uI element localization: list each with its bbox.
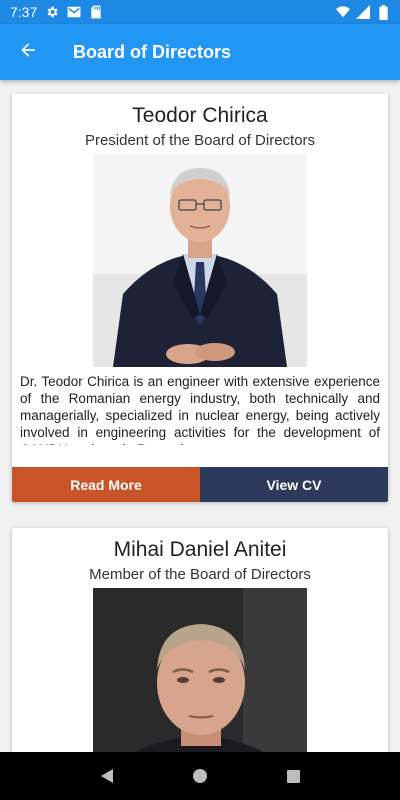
back-button[interactable] [0,24,56,80]
signal-icon [356,5,370,19]
card-actions: Read More View CV [12,467,388,502]
status-time: 7:37 [10,4,38,20]
arrow-back-icon [18,40,38,65]
status-right [336,4,390,20]
home-circle-icon[interactable] [188,764,212,788]
member-card: Teodor Chirica President of the Board of… [12,94,388,502]
recents-square-icon[interactable] [281,764,305,788]
app-bar: Board of Directors [0,24,400,80]
member-name: Teodor Chirica [132,104,268,127]
gear-icon [45,5,59,19]
battery-icon [376,4,390,20]
member-card: Mihai Daniel Anitei Member of the Board … [12,528,388,752]
page-title: Board of Directors [73,41,232,62]
status-bar: 7:37 [0,0,400,24]
member-name: Mihai Daniel Anitei [113,538,287,561]
status-left: 7:37 [10,4,103,20]
read-more-button[interactable]: Read More [12,467,200,502]
member-role: President of the Board of Directors [84,132,316,149]
back-triangle-icon[interactable] [95,764,119,788]
member-role: Member of the Board of Directors [89,566,311,583]
gmail-icon [67,5,81,19]
member-photo [93,588,307,752]
sd-card-icon [89,5,103,19]
member-description: Dr. Teodor Chirica is an engineer with e… [20,374,380,445]
system-nav-bar [0,752,400,800]
member-photo [93,154,307,367]
board-list[interactable]: Teodor Chirica President of the Board of… [0,80,400,752]
wifi-icon [336,5,350,19]
view-cv-button[interactable]: View CV [200,467,388,502]
